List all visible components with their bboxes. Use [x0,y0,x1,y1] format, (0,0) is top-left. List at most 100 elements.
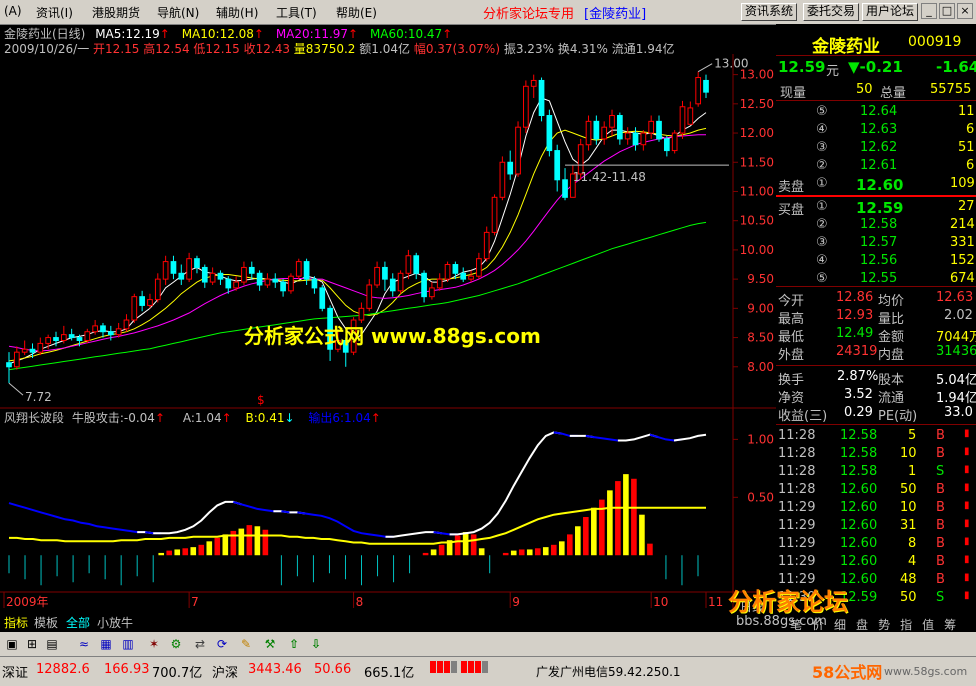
high-marker-line [697,63,713,73]
signal-bar [238,528,245,556]
ask-row[interactable]: ③ 12.62 51 [776,140,976,158]
ask-level: ⑤ [816,104,828,119]
tick-time: 11:28 [778,482,816,497]
candle-body [248,266,255,274]
price-chart[interactable]: 13.00 12.50 12.00 11.50 11.00 10.50 10.00 9.50 9… [0,24,776,612]
stat-value: 12.63 [936,290,974,305]
menu-nav[interactable]: 导航(N) [157,4,199,21]
ask-row[interactable]: ② 12.61 6 [776,158,976,176]
chart-icon[interactable]: ▤ [44,636,60,652]
candle-body [170,261,177,274]
tab-template[interactable]: 模板 [34,614,58,631]
tick-row[interactable]: 11:28 12.58 5 B ▮ [776,428,976,446]
tick-row[interactable]: 11:28 12.58 10 B ▮ [776,446,976,464]
signal-bar [510,550,517,556]
x-tick-label: 11 [708,595,723,609]
tab-xiaofangniu[interactable]: 小放牛 [97,614,133,631]
stat-row[interactable]: 最高 12.93 量比 2.02 [776,308,976,327]
tick-side: B [936,572,945,587]
bid-level: ③ [816,235,828,250]
app-menu-icon[interactable]: (A) [4,4,22,18]
sz-index: 12882.6 [36,662,90,677]
close-icon[interactable]: × [957,3,973,19]
wrench-icon[interactable]: ⚒ [262,636,278,652]
candle-body [413,255,420,274]
shuffle-icon[interactable]: ⇄ [192,636,208,652]
bid-row[interactable]: 买盘 ① 12.59 27 [776,199,976,218]
info-system-button[interactable]: 资讯系统 [741,3,798,21]
indicator-out: 输出6:1.04 [308,411,371,425]
tick-row[interactable]: 11:29 12.60 10 B ▮ [776,500,976,518]
ask-level: ④ [816,122,828,137]
stat-label: 内盘 [878,348,905,363]
tab-all[interactable]: 全部 [66,614,90,631]
bid-row[interactable]: ③ 12.57 331 [776,235,976,253]
zoom-icon[interactable]: ⊞ [24,636,40,652]
fund-row[interactable]: 净资 3.52 流通 1.94亿 [776,387,976,406]
quote-panel: 金陵药业 000919 12.59 元 ▼-0.21 -1.64 现量 50 总… [776,24,976,632]
fund-row[interactable]: 换手 2.87% 股本 5.04亿 [776,369,976,388]
menu-help[interactable]: 帮助(E) [336,4,377,21]
signal-bar [639,514,645,556]
indicator-b: B:0.41 [245,411,285,425]
menu-assist[interactable]: 辅助(H) [216,4,258,21]
stat-value: 12.93 [836,308,874,323]
maximize-icon[interactable]: □ [939,3,955,19]
tick-row[interactable]: 11:29 12.60 8 B ▮ [776,536,976,554]
signal-bar [262,529,269,556]
trade-button[interactable]: 委托交易 [803,3,860,21]
pencil-icon[interactable]: ✎ [238,636,254,652]
candle-body [436,278,443,289]
bid-row[interactable]: ④ 12.56 152 [776,253,976,271]
x-tick-label: 8 [356,595,364,609]
tools-icon[interactable]: ⚙ [168,636,184,652]
up-arrow-icon[interactable]: ⇧ [286,636,302,652]
menu-tools[interactable]: 工具(T) [276,4,317,21]
down-arrow-icon[interactable]: ⇩ [308,636,324,652]
indicator-line-a [233,500,282,513]
candle-body [107,331,114,336]
signal-bar [422,552,429,556]
candle-body [562,179,568,198]
candle-body [491,196,498,233]
candle-body [147,299,153,306]
tick-row[interactable]: 11:28 12.60 50 B ▮ [776,482,976,500]
menu-info[interactable]: 资讯(I) [36,4,73,21]
tab-value[interactable]: 值 [922,618,944,632]
stock-title: [金陵药业] [584,7,647,22]
tick-row[interactable]: 11:28 12.58 1 S ▮ [776,464,976,482]
candle-body [76,337,83,341]
menu-hk-futures[interactable]: 港股期货 [92,4,140,21]
tab-chips[interactable]: 筹 [944,618,966,632]
ask-level: ② [816,158,828,173]
tool-icon[interactable]: ✶ [146,636,162,652]
forum-url: bbs.88gs.com [736,614,827,629]
tab-indicator[interactable]: 指标 [4,614,28,631]
stat-row[interactable]: 今开 12.86 均价 12.63 [776,290,976,309]
ask-row[interactable]: ⑤ 12.64 11 [776,104,976,122]
minimize-icon[interactable]: _ [921,3,937,19]
tick-row[interactable]: 11:29 12.60 31 B ▮ [776,518,976,536]
candle-body [358,307,365,321]
stat-row[interactable]: 最低 12.49 金额 7044万 [776,326,976,345]
grid-icon[interactable]: ▥ [120,636,136,652]
ask-price: 12.64 [860,104,898,119]
indicator-line-a [297,511,394,538]
x-tick-label: 10 [653,595,668,609]
chart-line-icon[interactable]: ≈ [76,636,92,652]
chart-bar-icon[interactable]: ▦ [98,636,114,652]
fund-row[interactable]: 收益(三) 0.29 PE(动) 33.0 [776,405,976,424]
signal-bar [575,526,581,556]
candle-body [546,115,553,152]
refresh-icon[interactable]: ⟳ [214,636,230,652]
bid-row[interactable]: ② 12.58 214 [776,217,976,235]
ask-row[interactable]: ④ 12.63 6 [776,122,976,140]
forum-button[interactable]: 用户论坛 [862,3,919,21]
tick-marker-icon: ▮ [964,500,970,511]
ask-row[interactable]: 卖盘 ① 12.60 109 [776,176,976,195]
tick-volume: 5 [908,428,917,443]
stat-row[interactable]: 外盘 24319 内盘 31436 [776,344,976,363]
candle-body [389,278,396,292]
window-icon[interactable]: ▣ [4,636,20,652]
tick-row[interactable]: 11:29 12.60 4 B ▮ [776,554,976,572]
